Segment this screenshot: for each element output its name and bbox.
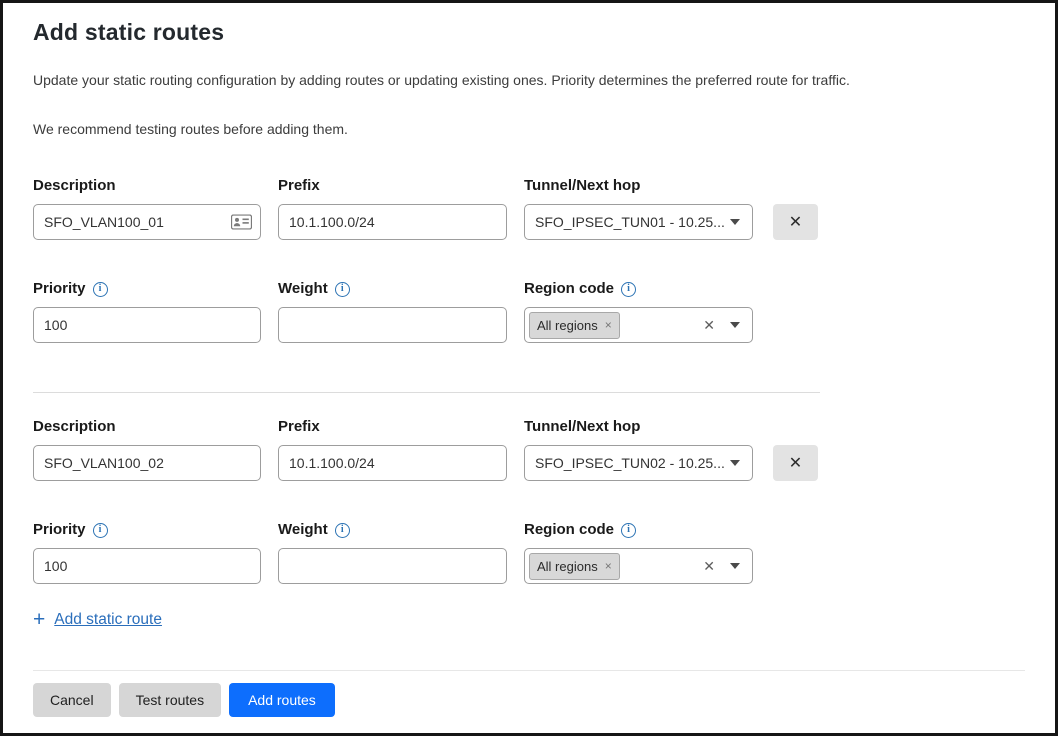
add-static-route-row: + Add static route bbox=[33, 610, 1025, 630]
prefix-input[interactable] bbox=[278, 204, 507, 240]
tunnel-label: Tunnel/Next hop bbox=[524, 418, 753, 436]
region-tag-label: All regions bbox=[537, 559, 598, 574]
weight-label: Weight i bbox=[278, 280, 507, 298]
info-icon[interactable]: i bbox=[93, 523, 108, 538]
tunnel-selected-value: SFO_IPSEC_TUN02 - 10.25... bbox=[535, 455, 725, 471]
region-code-label-text: Region code bbox=[524, 521, 614, 539]
test-routes-button[interactable]: Test routes bbox=[119, 683, 221, 717]
priority-label: Priority i bbox=[33, 521, 261, 539]
weight-input[interactable] bbox=[278, 548, 507, 584]
tunnel-field-group: Tunnel/Next hop SFO_IPSEC_TUN01 - 10.25.… bbox=[524, 177, 753, 240]
chevron-down-icon bbox=[730, 460, 740, 466]
prefix-input[interactable] bbox=[278, 445, 507, 481]
description-input[interactable] bbox=[33, 445, 261, 481]
page-title: Add static routes bbox=[33, 19, 1025, 46]
tag-remove-icon[interactable]: × bbox=[605, 319, 612, 331]
region-tag: All regions × bbox=[529, 312, 620, 339]
close-icon: ✕ bbox=[789, 453, 802, 473]
info-icon[interactable]: i bbox=[93, 282, 108, 297]
tunnel-label: Tunnel/Next hop bbox=[524, 177, 753, 195]
dialog-content: Add static routes Update your static rou… bbox=[3, 3, 1055, 717]
add-routes-button[interactable]: Add routes bbox=[229, 683, 335, 717]
tunnel-field-group: Tunnel/Next hop SFO_IPSEC_TUN02 - 10.25.… bbox=[524, 418, 753, 481]
tunnel-select[interactable]: SFO_IPSEC_TUN02 - 10.25... bbox=[524, 445, 753, 481]
contact-card-icon[interactable] bbox=[231, 215, 252, 230]
description-field-group: Description bbox=[33, 177, 261, 240]
weight-label: Weight i bbox=[278, 521, 507, 539]
region-code-field-group: Region code i All regions × ✕ bbox=[524, 521, 753, 584]
description-label: Description bbox=[33, 177, 261, 195]
region-code-multiselect[interactable]: All regions × ✕ bbox=[524, 307, 753, 343]
route-1-options-row: Priority i Weight i Region code i bbox=[33, 280, 1025, 343]
region-tag: All regions × bbox=[529, 553, 620, 580]
close-icon: ✕ bbox=[789, 212, 802, 232]
priority-label-text: Priority bbox=[33, 521, 86, 539]
cancel-button[interactable]: Cancel bbox=[33, 683, 111, 717]
add-static-routes-dialog: Add static routes Update your static rou… bbox=[0, 0, 1058, 736]
tag-remove-icon[interactable]: × bbox=[605, 560, 612, 572]
prefix-field-group: Prefix bbox=[278, 177, 507, 240]
priority-label: Priority i bbox=[33, 280, 261, 298]
recommendation-text: We recommend testing routes before addin… bbox=[33, 121, 1025, 137]
chevron-down-icon bbox=[730, 563, 740, 569]
plus-icon: + bbox=[33, 611, 45, 629]
info-icon[interactable]: i bbox=[335, 523, 350, 538]
tunnel-select[interactable]: SFO_IPSEC_TUN01 - 10.25... bbox=[524, 204, 753, 240]
dialog-footer: Cancel Test routes Add routes bbox=[33, 670, 1025, 717]
description-input[interactable] bbox=[33, 204, 261, 240]
route-2-options-row: Priority i Weight i Region code i bbox=[33, 521, 1025, 584]
clear-selection-icon[interactable]: ✕ bbox=[703, 559, 715, 573]
priority-field-group: Priority i bbox=[33, 280, 261, 343]
region-code-label: Region code i bbox=[524, 521, 753, 539]
route-entry-1: Description Prefix bbox=[33, 177, 1025, 343]
description-input-wrap bbox=[33, 204, 261, 240]
weight-label-text: Weight bbox=[278, 521, 328, 539]
prefix-label: Prefix bbox=[278, 418, 507, 436]
priority-input[interactable] bbox=[33, 548, 261, 584]
prefix-field-group: Prefix bbox=[278, 418, 507, 481]
region-code-label: Region code i bbox=[524, 280, 753, 298]
priority-field-group: Priority i bbox=[33, 521, 261, 584]
route-entry-2: Description Prefix Tunnel/Next hop SFO_I… bbox=[33, 418, 1025, 584]
intro-text: Update your static routing configuration… bbox=[33, 72, 1025, 88]
info-icon[interactable]: i bbox=[621, 523, 636, 538]
section-divider bbox=[33, 392, 820, 393]
weight-input[interactable] bbox=[278, 307, 507, 343]
region-code-multiselect[interactable]: All regions × ✕ bbox=[524, 548, 753, 584]
description-field-group: Description bbox=[33, 418, 261, 481]
weight-label-text: Weight bbox=[278, 280, 328, 298]
description-label: Description bbox=[33, 418, 261, 436]
priority-input[interactable] bbox=[33, 307, 261, 343]
prefix-label: Prefix bbox=[278, 177, 507, 195]
priority-label-text: Priority bbox=[33, 280, 86, 298]
delete-route-button[interactable]: ✕ bbox=[773, 445, 818, 481]
info-icon[interactable]: i bbox=[621, 282, 636, 297]
add-static-route-link[interactable]: Add static route bbox=[54, 610, 162, 630]
route-1-main-row: Description Prefix bbox=[33, 177, 1025, 240]
route-2-main-row: Description Prefix Tunnel/Next hop SFO_I… bbox=[33, 418, 1025, 481]
weight-field-group: Weight i bbox=[278, 280, 507, 343]
chevron-down-icon bbox=[730, 322, 740, 328]
region-tag-label: All regions bbox=[537, 318, 598, 333]
region-code-label-text: Region code bbox=[524, 280, 614, 298]
info-icon[interactable]: i bbox=[335, 282, 350, 297]
chevron-down-icon bbox=[730, 219, 740, 225]
weight-field-group: Weight i bbox=[278, 521, 507, 584]
tunnel-selected-value: SFO_IPSEC_TUN01 - 10.25... bbox=[535, 214, 725, 230]
delete-route-button[interactable]: ✕ bbox=[773, 204, 818, 240]
clear-selection-icon[interactable]: ✕ bbox=[703, 318, 715, 332]
region-code-field-group: Region code i All regions × ✕ bbox=[524, 280, 753, 343]
